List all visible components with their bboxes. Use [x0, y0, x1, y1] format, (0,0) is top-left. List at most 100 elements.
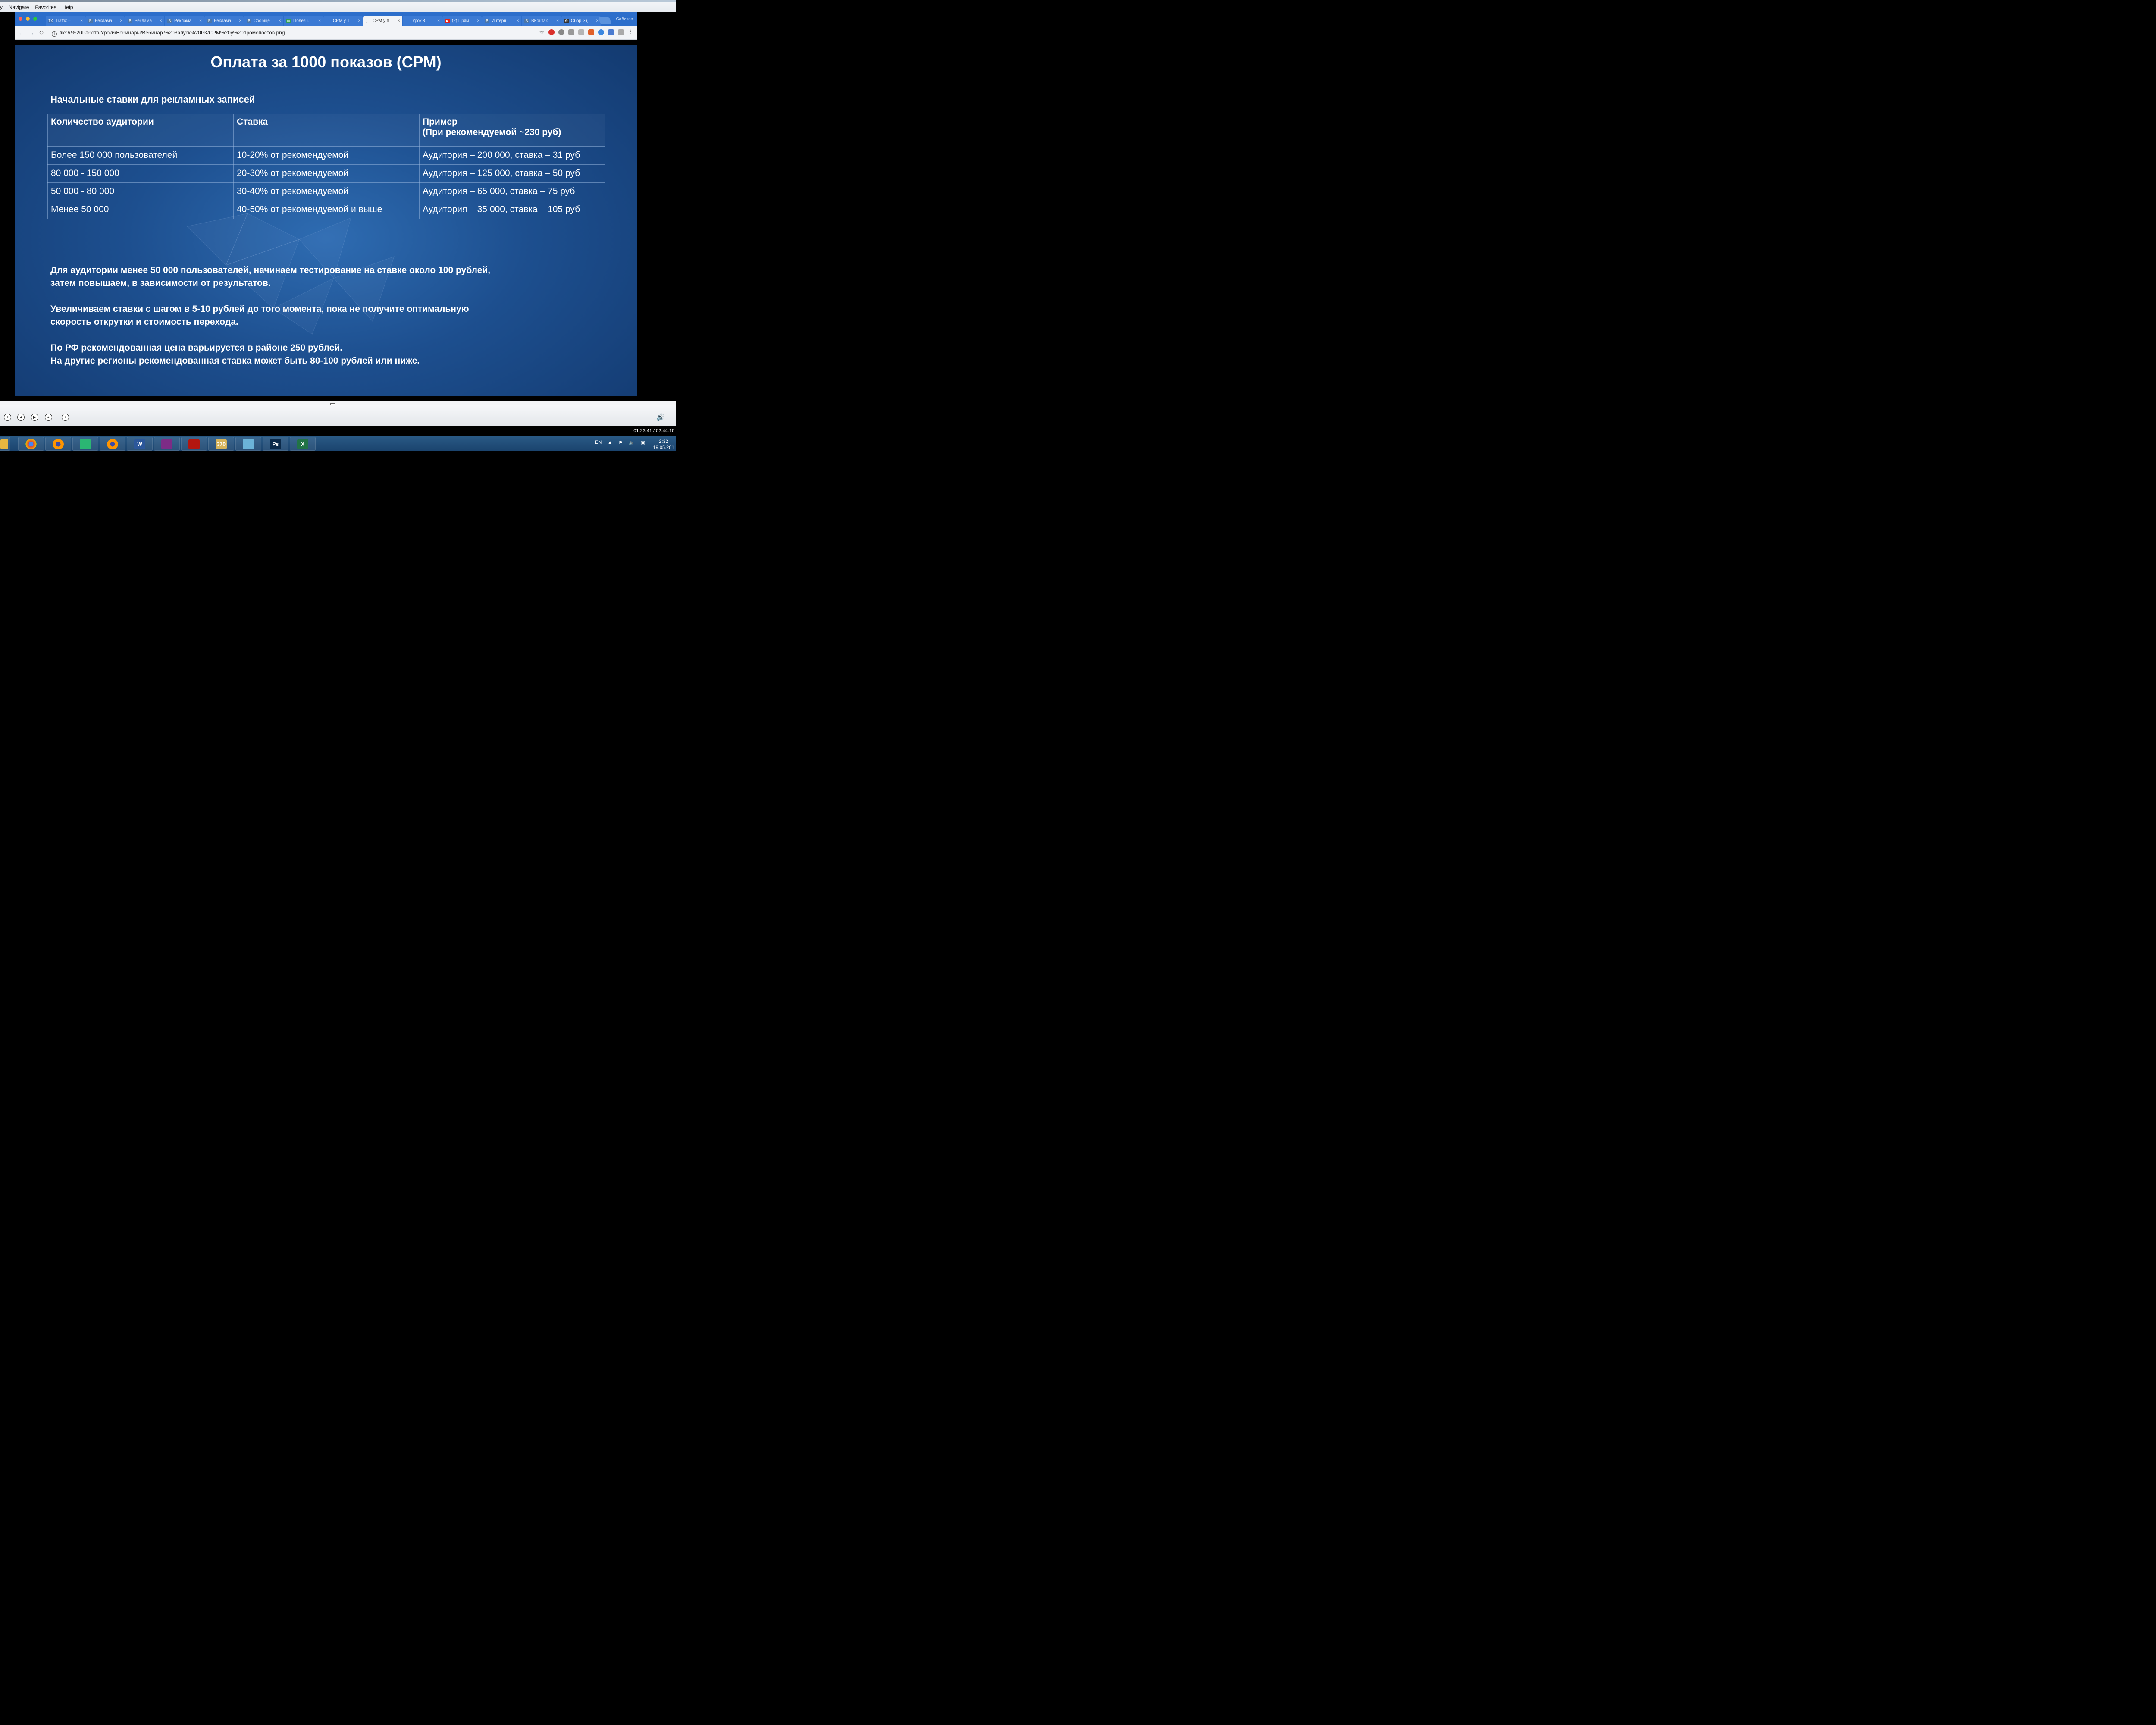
slide-notes: Для аудитории менее 50 000 пользователей…: [50, 264, 611, 367]
adblock-icon[interactable]: [548, 29, 555, 35]
example-cell: Аудитория – 200 000, ставка – 31 руб: [419, 146, 605, 165]
menu-item-navigate[interactable]: Navigate: [6, 4, 32, 10]
tab-close-icon[interactable]: ×: [358, 16, 360, 26]
language-indicator[interactable]: EN: [595, 440, 602, 445]
skip-back-icon[interactable]: ⏮: [4, 414, 11, 421]
maximize-window-icon[interactable]: [33, 17, 37, 21]
new-tab-button[interactable]: [598, 17, 612, 24]
audience-cell: Более 150 000 пользователей: [47, 146, 234, 165]
tab-close-icon[interactable]: ×: [318, 16, 321, 26]
browser-tab[interactable]: В Сообще ×: [244, 16, 283, 26]
firefox-taskbar-button[interactable]: [100, 437, 125, 451]
extension-icon[interactable]: [608, 29, 614, 35]
tab-label: Реклама: [135, 19, 152, 23]
tab-close-icon[interactable]: ×: [398, 16, 400, 26]
tray-expand-icon[interactable]: ▲: [608, 440, 612, 445]
window-controls: [19, 17, 37, 21]
excel-icon: X: [297, 439, 308, 449]
extension-icon[interactable]: [598, 29, 604, 35]
excel-taskbar-button[interactable]: X: [290, 437, 316, 451]
volume-tray-icon[interactable]: 🔈: [629, 440, 635, 445]
browser-tab[interactable]: TX Traffix – ×: [46, 16, 85, 26]
table-row: 50 000 - 80 000 30-40% от рекомендуемой Ау…: [47, 182, 605, 201]
tab-close-icon[interactable]: ×: [477, 16, 479, 26]
network-icon[interactable]: ▣: [641, 440, 645, 445]
word-icon: W: [134, 439, 145, 449]
pause-icon[interactable]: ⏸: [62, 414, 69, 421]
browser-tab[interactable]: В Реклама ×: [165, 16, 204, 26]
extension-icon[interactable]: [618, 29, 624, 35]
column-header-example: Пример (При рекомендуемой ~230 руб): [419, 114, 605, 147]
notepad-taskbar-button[interactable]: [235, 437, 261, 451]
browser-tab[interactable]: CPM у Т ×: [323, 16, 363, 26]
tab-label: CPM у Т: [333, 19, 350, 23]
vk-icon: В: [247, 19, 251, 23]
tab-close-icon[interactable]: ×: [199, 16, 202, 26]
network-app-taskbar-button[interactable]: [72, 437, 98, 451]
play-icon[interactable]: ▶: [31, 414, 38, 421]
extension-icon[interactable]: [568, 29, 574, 35]
browser-tab[interactable]: В Реклама ×: [125, 16, 164, 26]
chrome-taskbar-button[interactable]: [18, 437, 44, 451]
browser-tab[interactable]: ▤ Полезн. ×: [284, 16, 323, 26]
tab-close-icon[interactable]: ×: [437, 16, 440, 26]
table-row: 80 000 - 150 000 20-30% от рекомендуемой А…: [47, 164, 605, 183]
vk-icon: В: [207, 19, 212, 23]
menu-dots-icon[interactable]: ⋮: [628, 29, 634, 35]
folder-icon: [0, 439, 8, 449]
skip-forward-icon[interactable]: ⏭: [45, 414, 52, 421]
volume-icon[interactable]: 🔊: [656, 413, 665, 422]
browser-tab[interactable]: ⚙ Сбор > (×: [561, 16, 601, 26]
address-bar: ← → ↻ i file:///%20Работа/Уроки/Вебинары/…: [15, 26, 637, 40]
bookmark-star-icon[interactable]: ☆: [539, 29, 545, 35]
reload-icon[interactable]: ↻: [39, 29, 44, 37]
seek-bar[interactable]: [0, 401, 676, 405]
acrobat-taskbar-button[interactable]: [181, 437, 207, 451]
photoshop-taskbar-button[interactable]: Ps: [263, 437, 288, 451]
winrar-taskbar-button[interactable]: [154, 437, 180, 451]
tab-close-icon[interactable]: ×: [120, 16, 122, 26]
tab-close-icon[interactable]: ×: [279, 16, 281, 26]
url-field[interactable]: i file:///%20Работа/Уроки/Вебинары/Вебина…: [52, 30, 285, 37]
tab-close-icon[interactable]: ×: [517, 16, 519, 26]
page-icon: [405, 19, 410, 23]
menu-item-favorites[interactable]: Favorites: [32, 4, 59, 10]
word-taskbar-button[interactable]: W: [127, 437, 153, 451]
browser-tab[interactable]: В Интерн ×: [482, 16, 521, 26]
info-icon[interactable]: i: [52, 31, 57, 37]
colorpicker-icon[interactable]: [588, 29, 594, 35]
tab-close-icon[interactable]: ×: [80, 16, 83, 26]
tx-icon: TX: [48, 19, 53, 23]
menu-item-help[interactable]: Help: [60, 4, 76, 10]
note-line: скорость открутки и стоимость перехода.: [50, 317, 238, 327]
close-window-icon[interactable]: [19, 17, 22, 21]
rewind-icon[interactable]: ◀: [17, 414, 25, 421]
table-row: Менее 50 000 40-50% от рекомендуемой и вы…: [47, 201, 605, 219]
firefox-taskbar-button[interactable]: [45, 437, 71, 451]
browser-tab[interactable]: ▶ (2) Прям ×: [442, 16, 482, 26]
browser-tab[interactable]: CPM у п ×: [363, 16, 402, 26]
action-center-flag-icon[interactable]: ⚑: [618, 440, 623, 445]
note-line: затем повышаем, в зависимости от результ…: [50, 278, 271, 288]
tab-strip: TX Traffix – × В Реклама × В Реклама × В Реклама × В…: [15, 12, 637, 26]
back-arrow-icon[interactable]: ←: [18, 29, 24, 37]
browser-tab[interactable]: В ВКонтак ×: [522, 16, 561, 26]
minimize-window-icon[interactable]: [26, 17, 30, 21]
menu-item-view[interactable]: y: [0, 4, 6, 10]
extension-icon[interactable]: [578, 29, 584, 35]
profile-name[interactable]: Сабитов: [616, 17, 633, 22]
explorer-taskbar-button[interactable]: [0, 437, 10, 451]
browser-window: TX Traffix – × В Реклама × В Реклама × В Реклама × В…: [15, 12, 637, 40]
tab-close-icon[interactable]: ×: [556, 16, 559, 26]
browser-tab[interactable]: Урок 8 ×: [403, 16, 442, 26]
browser-tab[interactable]: В Реклама ×: [85, 16, 125, 26]
tab-close-icon[interactable]: ×: [239, 16, 241, 26]
video-editor-taskbar-button[interactable]: 370: [208, 437, 234, 451]
extension-icon[interactable]: [558, 29, 564, 35]
browser-tab[interactable]: В Реклама ×: [204, 16, 244, 26]
tab-close-icon[interactable]: ×: [160, 16, 162, 26]
time-bar: 01:23:41 / 02:44:16: [0, 426, 676, 436]
example-header-subtitle: (При рекомендуемой ~230 руб): [423, 127, 561, 137]
forward-arrow-icon[interactable]: →: [28, 29, 34, 37]
clock[interactable]: 2:32 19.05.201: [651, 439, 676, 451]
